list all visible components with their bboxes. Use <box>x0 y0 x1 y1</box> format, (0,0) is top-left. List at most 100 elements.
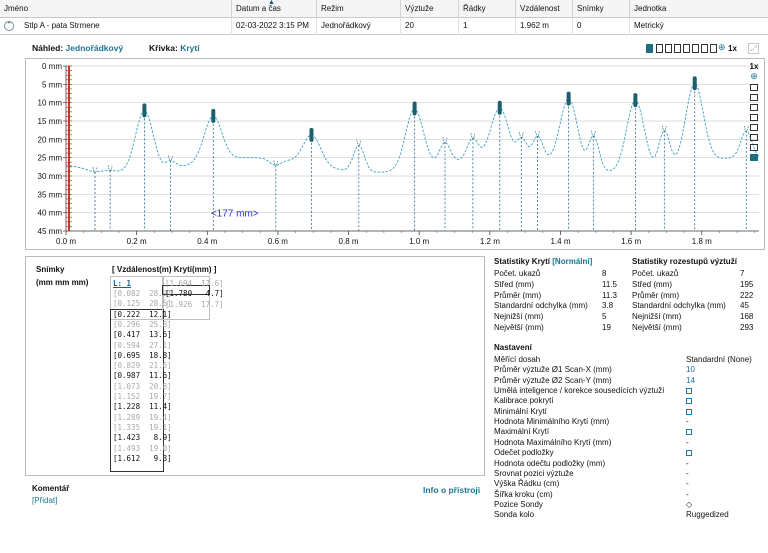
setting-label: Minimální Krytí <box>494 406 547 416</box>
col-header-mode[interactable]: Režim <box>317 0 401 18</box>
vertical-zoom-step-active[interactable] <box>750 154 758 161</box>
setting-value[interactable]: 10 <box>686 365 695 374</box>
stat-label: Průměr (mm) <box>632 290 680 300</box>
snapshot-row[interactable]: [0.082 28.9] <box>113 289 172 298</box>
page-indicator[interactable] <box>674 44 681 53</box>
snapshot-row[interactable]: [0.594 27.1] <box>113 341 172 350</box>
curve-value[interactable]: Krytí <box>180 43 199 53</box>
cover-stats-mode[interactable]: [Normální] <box>552 257 592 266</box>
rebar-marker <box>633 93 638 108</box>
page-indicator[interactable] <box>701 44 708 53</box>
setting-value: - <box>686 437 689 447</box>
snapshot-row[interactable]: [1.493 19.0] <box>113 444 172 453</box>
setting-checkbox[interactable] <box>686 450 692 457</box>
rebar-marker <box>412 101 417 116</box>
snapshot-row[interactable]: [1.335 19.1] <box>113 423 172 432</box>
setting-label: Sonda kolo <box>494 510 535 520</box>
vertical-zoom-icon[interactable]: ⊕ <box>748 71 760 81</box>
x-tick-label: 1.4 m <box>550 237 570 246</box>
collapse-icon[interactable]: ⌃ <box>4 21 14 31</box>
y-tick-label: 0 mm <box>42 62 62 71</box>
vertical-zoom-step[interactable] <box>750 114 758 121</box>
page-indicator[interactable] <box>665 44 672 53</box>
expand-icon[interactable]: ⤢ <box>748 43 759 54</box>
vertical-zoom-step[interactable] <box>750 124 758 131</box>
cell-unit: Metrický <box>634 21 664 30</box>
setting-label: Odečet podložky <box>494 448 554 458</box>
setting-label: Průměr výztuže Ø2 Scan-Y (mm) <box>494 375 612 385</box>
setting-checkbox[interactable] <box>686 408 692 415</box>
snapshot-row[interactable]: [1.694 17.6] <box>165 279 224 288</box>
preview-value[interactable]: Jednořádkový <box>66 43 124 53</box>
y-tick-label: 40 mm <box>38 209 63 218</box>
setting-checkbox[interactable] <box>686 388 692 395</box>
setting-label: Pozice Sondy <box>494 499 543 509</box>
snapshot-row[interactable]: [0.987 11.6] <box>113 371 172 380</box>
snapshot-row[interactable]: [1.073 20.8] <box>113 382 172 391</box>
stat-value: 168 <box>740 312 754 322</box>
rebar-marker-dim <box>518 132 524 138</box>
zoom-level: 1x <box>728 44 737 53</box>
snapshot-row[interactable]: [0.695 18.8] <box>113 351 172 360</box>
snapshot-row[interactable]: [0.125 28.5] <box>113 299 172 308</box>
stat-value: 7 <box>740 269 745 278</box>
cover-chart[interactable]: 0 mm 5 mm 10 mm 15 mm 20 mm 25 mm 30 mm 35 mm 40… <box>26 59 766 251</box>
page-indicator[interactable] <box>656 44 663 53</box>
stat-label: Standardní odchylka (mm) <box>494 301 588 311</box>
page-indicator[interactable] <box>692 44 699 53</box>
snapshot-row[interactable]: [1.423 8.9] <box>113 433 172 442</box>
vertical-zoom-step[interactable] <box>750 134 758 141</box>
snapshot-row[interactable]: [0.222 12.1] <box>113 310 172 319</box>
rebar-marker-dim <box>590 130 596 137</box>
snapshot-row[interactable]: [1.152 19.7] <box>113 392 172 401</box>
stat-value: 195 <box>740 279 754 289</box>
snapshot-row[interactable]: [1.780 4.7] <box>165 289 224 298</box>
rebar-marker-dim <box>661 125 667 132</box>
page-indicator-active[interactable] <box>646 44 653 53</box>
vertical-zoom-step[interactable] <box>750 104 758 111</box>
col-header-name[interactable]: Jméno <box>0 0 232 18</box>
col-header-rebars[interactable]: Výztuže <box>401 0 459 18</box>
stat-label: Největší (mm) <box>494 323 544 332</box>
device-info-link[interactable]: Info o přístroji <box>423 485 480 495</box>
y-tick-label: 20 mm <box>38 135 63 144</box>
snapshot-row[interactable]: [0.829 21.6] <box>113 361 172 370</box>
vertical-zoom-step[interactable] <box>750 144 758 151</box>
snapshot-selected[interactable]: L: 1 <box>113 279 131 288</box>
setting-value: Ruggedized <box>686 510 729 520</box>
stat-label: Počet. ukazů <box>632 269 679 278</box>
zoom-icon[interactable]: ⊕ <box>718 42 726 53</box>
page-indicator[interactable] <box>710 44 717 53</box>
snapshot-row[interactable]: [1.612 9.3] <box>113 454 172 463</box>
col-header-unit[interactable]: Jednotka <box>630 0 768 18</box>
table-row[interactable]: ⌃ Stlp A - pata Strmene 02-03-2022 3:15 … <box>0 18 768 35</box>
vertical-zoom-step[interactable] <box>750 94 758 101</box>
setting-checkbox[interactable] <box>686 398 692 405</box>
rebar-marker <box>566 91 571 106</box>
snapshot-row[interactable]: [1.228 11.4] <box>113 402 172 411</box>
col-header-snapshots[interactable]: Snímky <box>573 0 630 18</box>
x-tick-label: 0.4 m <box>197 237 217 246</box>
setting-value: - <box>686 468 689 478</box>
snapshot-row[interactable]: [1.289 19.4] <box>113 413 172 422</box>
snapshot-row[interactable]: [1.926 17.7] <box>165 300 224 309</box>
vertical-zoom-step[interactable] <box>750 84 758 91</box>
cover-curve <box>65 82 760 173</box>
setting-label: Umělá inteligence / korekce sousedících … <box>494 386 665 396</box>
snapshot-row[interactable]: [0.417 13.6] <box>113 330 172 339</box>
rebar-marker <box>211 108 216 123</box>
page-indicator[interactable] <box>683 44 690 53</box>
y-tick-label: 25 mm <box>38 154 63 163</box>
setting-checkbox[interactable] <box>686 429 692 436</box>
col-header-lines[interactable]: Řádky <box>459 0 516 18</box>
setting-value[interactable]: 14 <box>686 376 695 385</box>
setting-label: Hodnota Maximálního Krytí (mm) <box>494 437 612 447</box>
rebar-marker <box>309 127 314 142</box>
stat-value: 45 <box>740 301 749 311</box>
add-comment-link[interactable]: [Přidat] <box>32 496 57 505</box>
snapshot-row[interactable]: [0.296 25.8] <box>113 320 172 329</box>
col-header-distance[interactable]: Vzdálenost <box>516 0 573 18</box>
setting-label: Průměr výztuže Ø1 Scan-X (mm) <box>494 365 612 375</box>
setting-value: - <box>686 479 689 489</box>
curve-label: Křivka: Krytí <box>149 43 200 53</box>
